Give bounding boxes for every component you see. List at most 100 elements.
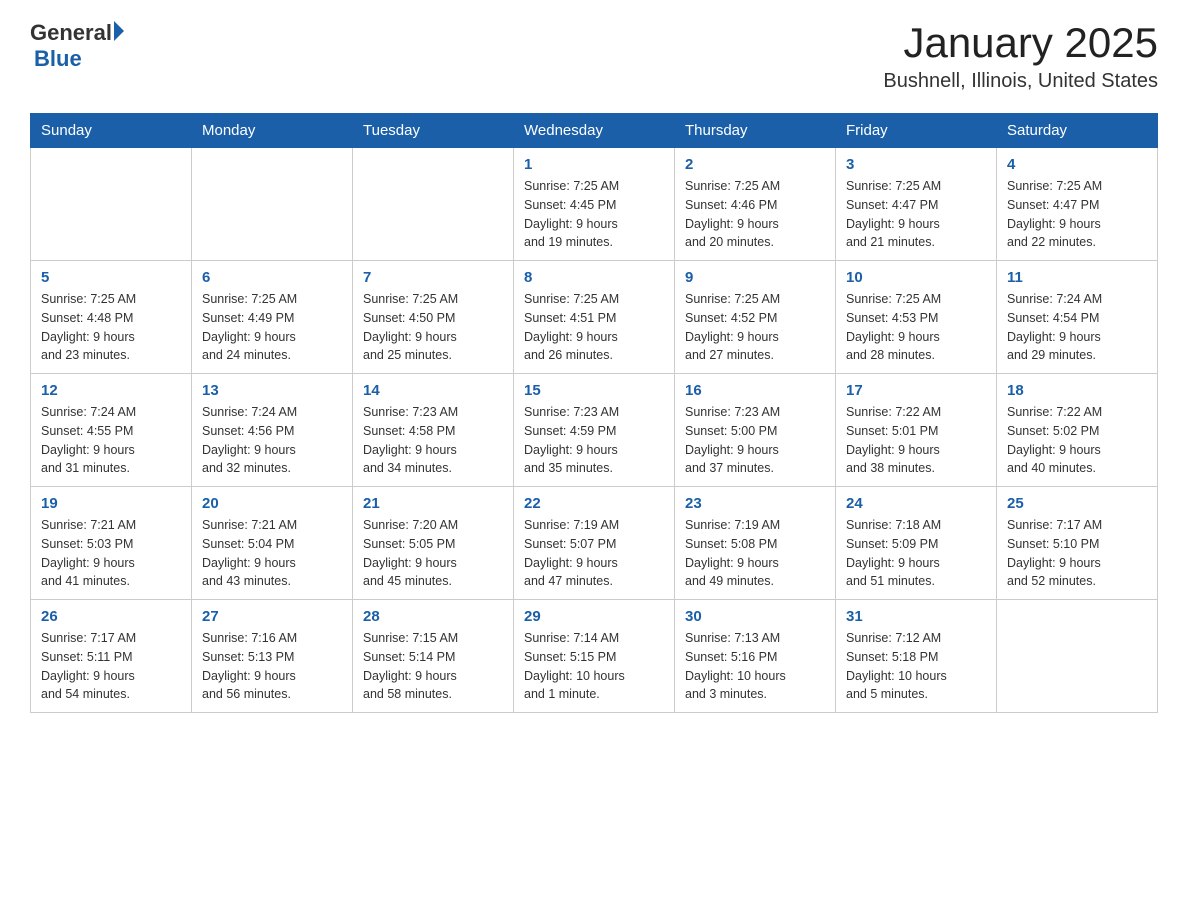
calendar-cell: 31 Sunrise: 7:12 AMSunset: 5:18 PMDayligh… [836, 600, 997, 713]
day-number: 27 [202, 608, 342, 625]
page-header: General Blue January 2025 Bushnell, Illi… [30, 20, 1158, 93]
day-info: Sunrise: 7:19 AMSunset: 5:07 PMDaylight:… [524, 516, 664, 591]
calendar-table: SundayMondayTuesdayWednesdayThursdayFrid… [30, 113, 1158, 713]
day-info: Sunrise: 7:25 AMSunset: 4:48 PMDaylight:… [41, 290, 181, 365]
day-number: 26 [41, 608, 181, 625]
calendar-cell: 22 Sunrise: 7:19 AMSunset: 5:07 PMDayligh… [514, 487, 675, 600]
weekday-header-monday: Monday [192, 114, 353, 148]
day-info: Sunrise: 7:25 AMSunset: 4:49 PMDaylight:… [202, 290, 342, 365]
calendar-cell: 30Sunrise: 7:13 AMSunset: 5:16 PMDayligh… [675, 600, 836, 713]
day-info: Sunrise: 7:20 AMSunset: 5:05 PMDaylight:… [363, 516, 503, 591]
week-row-4: 19 Sunrise: 7:21 AMSunset: 5:03 PMDayligh… [31, 487, 1158, 600]
day-info: Sunrise: 7:21 AMSunset: 5:04 PMDaylight:… [202, 516, 342, 591]
day-number: 28 [363, 608, 503, 625]
day-number: 20 [202, 495, 342, 512]
calendar-cell: 13 Sunrise: 7:24 AMSunset: 4:56 PMDayligh… [192, 374, 353, 487]
calendar-cell: 26 Sunrise: 7:17 AMSunset: 5:11 PMDayligh… [31, 600, 192, 713]
day-info: Sunrise: 7:13 AMSunset: 5:16 PMDaylight:… [685, 629, 825, 704]
day-info: Sunrise: 7:25 AMSunset: 4:52 PMDaylight:… [685, 290, 825, 365]
day-number: 14 [363, 382, 503, 399]
day-number: 9 [685, 269, 825, 286]
logo: General Blue [30, 20, 124, 72]
day-info: Sunrise: 7:16 AMSunset: 5:13 PMDaylight:… [202, 629, 342, 704]
calendar-cell: 28 Sunrise: 7:15 AMSunset: 5:14 PMDayligh… [353, 600, 514, 713]
weekday-header-wednesday: Wednesday [514, 114, 675, 148]
main-title: January 2025 [883, 20, 1158, 66]
day-number: 19 [41, 495, 181, 512]
day-info: Sunrise: 7:24 AMSunset: 4:56 PMDaylight:… [202, 403, 342, 478]
day-info: Sunrise: 7:23 AMSunset: 4:58 PMDaylight:… [363, 403, 503, 478]
day-info: Sunrise: 7:12 AMSunset: 5:18 PMDaylight:… [846, 629, 986, 704]
weekday-header-friday: Friday [836, 114, 997, 148]
calendar-cell: 27 Sunrise: 7:16 AMSunset: 5:13 PMDayligh… [192, 600, 353, 713]
day-number: 10 [846, 269, 986, 286]
day-info: Sunrise: 7:25 AMSunset: 4:46 PMDaylight:… [685, 177, 825, 252]
calendar-cell: 11Sunrise: 7:24 AMSunset: 4:54 PMDayligh… [997, 261, 1158, 374]
calendar-cell [353, 148, 514, 261]
day-number: 12 [41, 382, 181, 399]
calendar-cell: 9 Sunrise: 7:25 AMSunset: 4:52 PMDaylight… [675, 261, 836, 374]
day-info: Sunrise: 7:14 AMSunset: 5:15 PMDaylight:… [524, 629, 664, 704]
calendar-cell: 6 Sunrise: 7:25 AMSunset: 4:49 PMDaylight… [192, 261, 353, 374]
calendar-cell: 14 Sunrise: 7:23 AMSunset: 4:58 PMDayligh… [353, 374, 514, 487]
day-number: 2 [685, 156, 825, 173]
day-number: 3 [846, 156, 986, 173]
day-info: Sunrise: 7:23 AMSunset: 4:59 PMDaylight:… [524, 403, 664, 478]
logo-general-text: General [30, 20, 112, 46]
weekday-header-sunday: Sunday [31, 114, 192, 148]
day-number: 6 [202, 269, 342, 286]
weekday-header-thursday: Thursday [675, 114, 836, 148]
calendar-cell: 4 Sunrise: 7:25 AMSunset: 4:47 PMDaylight… [997, 148, 1158, 261]
day-number: 31 [846, 608, 986, 625]
calendar-cell: 25Sunrise: 7:17 AMSunset: 5:10 PMDayligh… [997, 487, 1158, 600]
calendar-cell: 19 Sunrise: 7:21 AMSunset: 5:03 PMDayligh… [31, 487, 192, 600]
calendar-cell: 7Sunrise: 7:25 AMSunset: 4:50 PMDaylight… [353, 261, 514, 374]
day-number: 4 [1007, 156, 1147, 173]
calendar-cell: 1 Sunrise: 7:25 AMSunset: 4:45 PMDaylight… [514, 148, 675, 261]
calendar-cell: 18Sunrise: 7:22 AMSunset: 5:02 PMDayligh… [997, 374, 1158, 487]
day-info: Sunrise: 7:24 AMSunset: 4:55 PMDaylight:… [41, 403, 181, 478]
day-number: 11 [1007, 269, 1147, 286]
day-info: Sunrise: 7:25 AMSunset: 4:45 PMDaylight:… [524, 177, 664, 252]
day-info: Sunrise: 7:25 AMSunset: 4:47 PMDaylight:… [1007, 177, 1147, 252]
day-number: 1 [524, 156, 664, 173]
day-number: 18 [1007, 382, 1147, 399]
logo-arrow-icon [114, 21, 124, 41]
day-number: 13 [202, 382, 342, 399]
day-info: Sunrise: 7:21 AMSunset: 5:03 PMDaylight:… [41, 516, 181, 591]
calendar-cell: 20 Sunrise: 7:21 AMSunset: 5:04 PMDayligh… [192, 487, 353, 600]
calendar-cell: 8Sunrise: 7:25 AMSunset: 4:51 PMDaylight… [514, 261, 675, 374]
calendar-cell: 5Sunrise: 7:25 AMSunset: 4:48 PMDaylight… [31, 261, 192, 374]
calendar-cell: 10 Sunrise: 7:25 AMSunset: 4:53 PMDayligh… [836, 261, 997, 374]
calendar-cell: 2 Sunrise: 7:25 AMSunset: 4:46 PMDaylight… [675, 148, 836, 261]
day-number: 22 [524, 495, 664, 512]
weekday-header-tuesday: Tuesday [353, 114, 514, 148]
day-info: Sunrise: 7:15 AMSunset: 5:14 PMDaylight:… [363, 629, 503, 704]
day-number: 15 [524, 382, 664, 399]
logo-blue-text: Blue [34, 46, 82, 71]
calendar-cell [997, 600, 1158, 713]
week-row-3: 12 Sunrise: 7:24 AMSunset: 4:55 PMDayligh… [31, 374, 1158, 487]
calendar-cell: 12 Sunrise: 7:24 AMSunset: 4:55 PMDayligh… [31, 374, 192, 487]
calendar-cell: 15 Sunrise: 7:23 AMSunset: 4:59 PMDayligh… [514, 374, 675, 487]
calendar-cell: 17Sunrise: 7:22 AMSunset: 5:01 PMDayligh… [836, 374, 997, 487]
day-info: Sunrise: 7:25 AMSunset: 4:53 PMDaylight:… [846, 290, 986, 365]
day-info: Sunrise: 7:25 AMSunset: 4:47 PMDaylight:… [846, 177, 986, 252]
weekday-header-saturday: Saturday [997, 114, 1158, 148]
day-info: Sunrise: 7:22 AMSunset: 5:01 PMDaylight:… [846, 403, 986, 478]
day-number: 24 [846, 495, 986, 512]
day-info: Sunrise: 7:18 AMSunset: 5:09 PMDaylight:… [846, 516, 986, 591]
calendar-cell [192, 148, 353, 261]
day-number: 29 [524, 608, 664, 625]
weekday-header-row: SundayMondayTuesdayWednesdayThursdayFrid… [31, 114, 1158, 148]
calendar-cell: 21 Sunrise: 7:20 AMSunset: 5:05 PMDayligh… [353, 487, 514, 600]
calendar-cell: 29 Sunrise: 7:14 AMSunset: 5:15 PMDayligh… [514, 600, 675, 713]
calendar-cell: 24 Sunrise: 7:18 AMSunset: 5:09 PMDayligh… [836, 487, 997, 600]
day-info: Sunrise: 7:17 AMSunset: 5:11 PMDaylight:… [41, 629, 181, 704]
day-number: 21 [363, 495, 503, 512]
calendar-cell [31, 148, 192, 261]
week-row-5: 26 Sunrise: 7:17 AMSunset: 5:11 PMDayligh… [31, 600, 1158, 713]
day-info: Sunrise: 7:25 AMSunset: 4:50 PMDaylight:… [363, 290, 503, 365]
day-number: 23 [685, 495, 825, 512]
day-number: 16 [685, 382, 825, 399]
